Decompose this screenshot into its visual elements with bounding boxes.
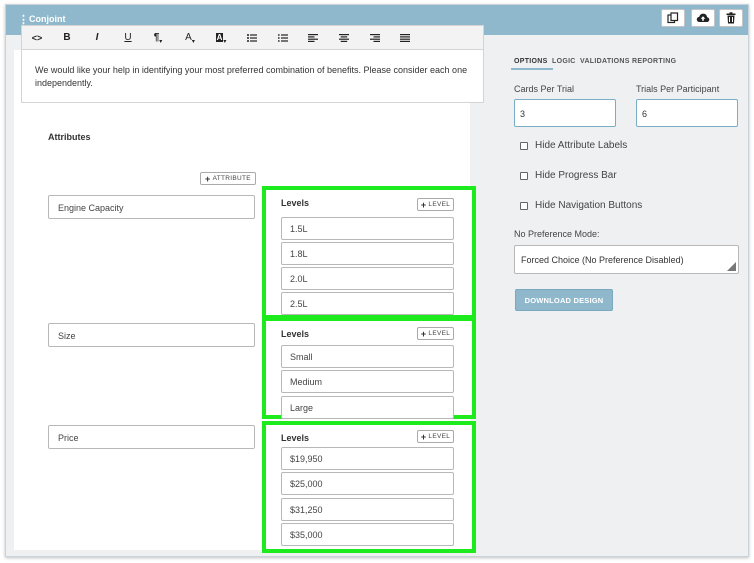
background-color-icon: A [215,33,224,42]
tab-reporting[interactable]: REPORTING [632,58,676,65]
numbered-list-button[interactable] [268,26,298,49]
align-right-button[interactable] [360,26,390,49]
no-preference-mode-select[interactable]: Forced Choice (No Preference Disabled) [514,245,739,274]
level-input[interactable]: Small [281,345,454,368]
checkbox-box[interactable] [520,171,528,180]
code-view-button[interactable]: <> [22,26,52,49]
code-icon: <> [31,32,43,43]
background-color-button[interactable]: A ▾ [206,26,236,49]
no-preference-mode-value: Forced Choice (No Preference Disabled) [521,255,684,265]
plus-icon: + [205,173,211,184]
widget-title: Conjoint [29,14,66,24]
attribute-name-input[interactable]: Size [48,323,255,347]
levels-heading: Levels [281,198,310,208]
plus-icon: + [420,328,427,339]
duplicate-button[interactable] [661,9,685,27]
level-input[interactable]: $25,000 [281,472,454,495]
font-color-icon: A [185,32,192,43]
trials-per-participant-label: Trials Per Participant [636,84,720,94]
levels-group-price: Levels + LEVEL $19,950 $25,000 $31,250 $3… [262,421,476,553]
italic-icon: I [95,32,99,43]
add-level-label: LEVEL [428,201,451,208]
bullet-list-icon [247,33,257,42]
attribute-name-input[interactable]: Engine Capacity [48,195,255,219]
hide-attribute-labels-checkbox[interactable]: Hide Attribute Labels [520,140,627,151]
bold-button[interactable]: B [52,26,82,49]
cards-per-trial-input[interactable]: 3 [514,99,616,127]
levels-group-size: Levels + LEVEL Small Medium Large [262,317,476,419]
trash-icon [726,12,736,24]
hide-navigation-buttons-checkbox[interactable]: Hide Navigation Buttons [520,200,642,211]
add-attribute-label: ATTRIBUTE [212,175,251,182]
tab-logic[interactable]: LOGIC [552,58,576,65]
levels-heading: Levels [281,329,310,339]
underline-button[interactable]: U [113,26,143,49]
plus-icon: + [420,431,427,442]
add-level-button[interactable]: + LEVEL [417,198,454,211]
rich-text-toolbar: <> B I U ¶ ▾ A ▾ A ▾ [21,25,484,50]
cards-per-trial-label: Cards Per Trial [514,84,575,94]
active-tab-indicator [511,68,553,70]
align-left-icon [308,33,318,42]
justify-icon [400,33,410,42]
level-input[interactable]: 1.8L [281,242,454,265]
add-level-label: LEVEL [428,330,451,337]
delete-button[interactable] [719,9,743,27]
hide-progress-bar-checkbox[interactable]: Hide Progress Bar [520,170,617,181]
level-input[interactable]: 2.5L [281,292,454,315]
level-input[interactable]: 1.5L [281,217,454,240]
attribute-name-input[interactable]: Price [48,425,255,449]
question-text: We would like your help in identifying y… [35,65,468,88]
level-input[interactable]: Medium [281,370,454,393]
checkbox-box[interactable] [520,141,528,150]
levels-group-engine-capacity: Levels + LEVEL 1.5L 1.8L 2.0L 2.5L [262,186,476,319]
add-level-button[interactable]: + LEVEL [417,430,454,443]
paragraph-format-button[interactable]: ¶ ▾ [143,26,173,49]
level-input[interactable]: $19,950 [281,447,454,470]
conjoint-widget: ⋮ Conjoint <> B I U ¶ ▾ A ▾ A ▾ We would… [5,4,749,557]
italic-button[interactable]: I [82,26,112,49]
level-input[interactable]: 2.0L [281,267,454,290]
cloud-upload-icon [696,13,710,22]
resize-grip-icon [727,262,736,271]
level-input[interactable]: $35,000 [281,523,454,546]
levels-heading: Levels [281,433,310,443]
trials-per-participant-input[interactable]: 6 [636,99,738,127]
numbered-list-icon [278,33,288,42]
hide-progress-bar-label: Hide Progress Bar [535,170,617,181]
hide-navigation-buttons-label: Hide Navigation Buttons [535,200,643,211]
level-input[interactable]: $31,250 [281,498,454,521]
add-level-button[interactable]: + LEVEL [417,327,454,340]
plus-icon: + [420,199,427,210]
hide-attribute-labels-label: Hide Attribute Labels [535,140,628,151]
level-input[interactable]: Large [281,396,454,419]
tab-options[interactable]: OPTIONS [514,58,548,65]
question-text-editor[interactable]: We would like your help in identifying y… [21,50,484,103]
add-level-label: LEVEL [428,433,451,440]
no-preference-mode-label: No Preference Mode: [514,229,600,239]
align-left-button[interactable] [298,26,328,49]
align-right-icon [370,33,380,42]
underline-icon: U [124,32,132,43]
justify-button[interactable] [390,26,420,49]
bold-icon: B [63,32,71,43]
font-color-button[interactable]: A ▾ [175,26,205,49]
attributes-heading: Attributes [48,132,91,142]
upload-button[interactable] [691,9,715,27]
tab-validations[interactable]: VALIDATIONS [580,58,630,65]
bullet-list-button[interactable] [237,26,267,49]
download-design-button[interactable]: DOWNLOAD DESIGN [515,289,613,311]
add-attribute-button[interactable]: + ATTRIBUTE [200,172,256,185]
checkbox-box[interactable] [520,201,528,210]
align-center-icon [339,33,349,42]
align-center-button[interactable] [329,26,359,49]
duplicate-icon [667,12,679,24]
